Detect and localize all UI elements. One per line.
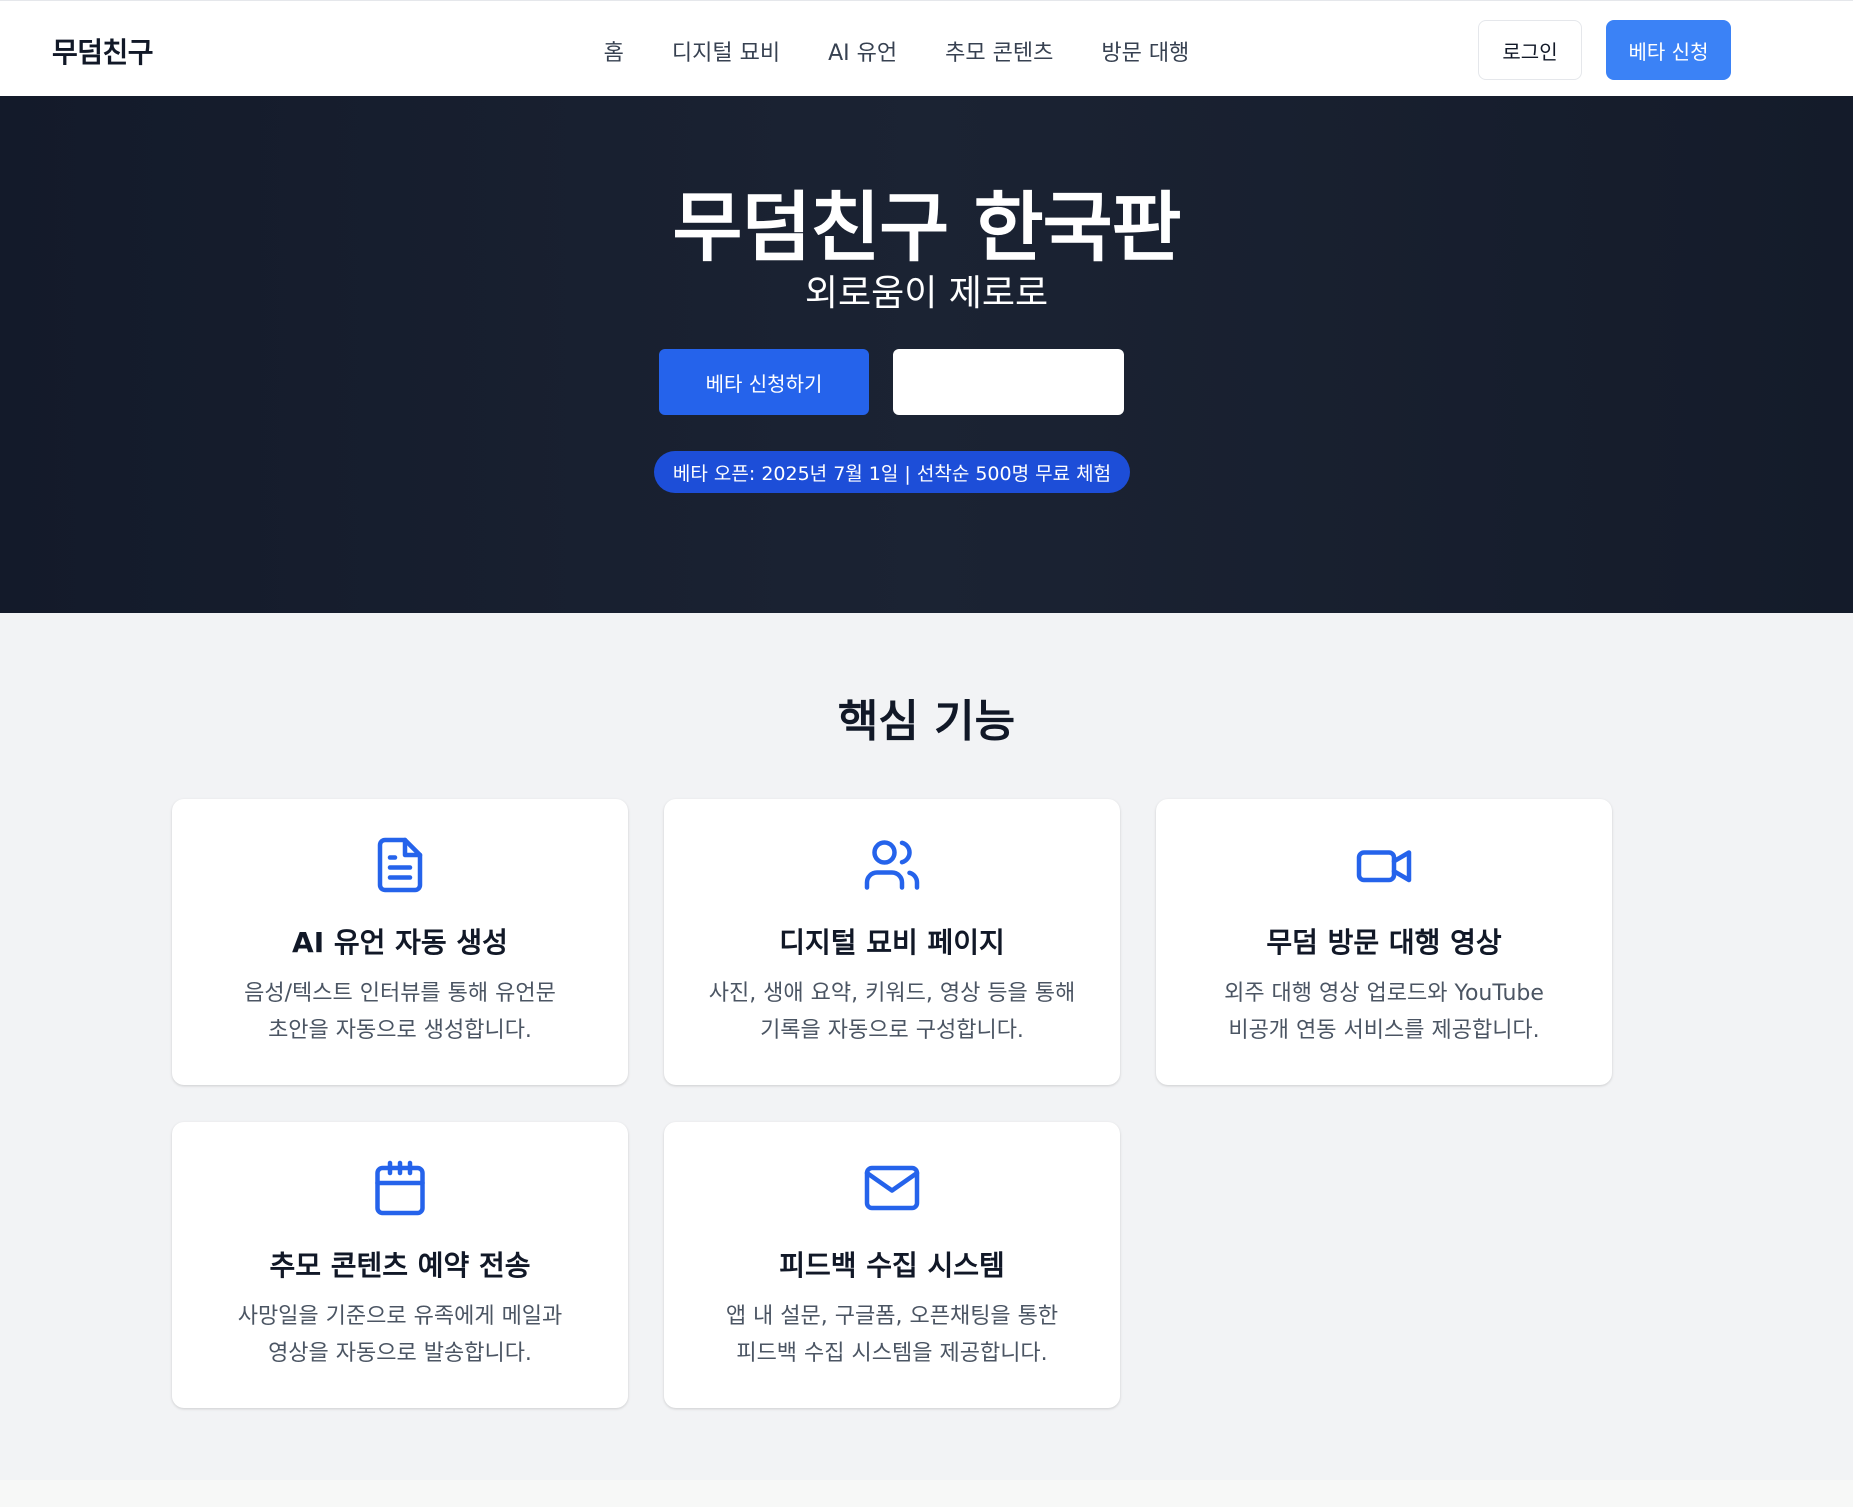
beta-apply-button[interactable]: 베타 신청하기 — [659, 349, 869, 415]
feature-card-visit-video: 무덤 방문 대행 영상 외주 대행 영상 업로드와 YouTube 비공개 연동… — [1156, 799, 1612, 1085]
secondary-hero-button[interactable] — [893, 349, 1124, 415]
hero-subtitle: 외로움이 제로로 — [804, 273, 1049, 314]
footer-strip — [0, 1480, 1853, 1507]
feature-title: 디지털 묘비 페이지 — [779, 926, 1005, 959]
feature-card-feedback: 피드백 수집 시스템 앱 내 설문, 구글폼, 오픈채팅을 통한 피드백 수집 … — [664, 1122, 1120, 1408]
feature-description: 앱 내 설문, 구글폼, 오픈채팅을 통한 피드백 수집 시스템을 제공합니다. — [725, 1304, 1059, 1366]
feature-title: 피드백 수집 시스템 — [779, 1249, 1005, 1282]
login-button[interactable]: 로그인 — [1478, 20, 1582, 80]
hero-title: 무덤친구 한국판 — [672, 183, 1182, 272]
mail-icon — [864, 1165, 920, 1211]
nav-item-ai-will[interactable]: AI 유언 — [828, 35, 897, 67]
video-icon — [1356, 850, 1412, 883]
feature-title: AI 유언 자동 생성 — [292, 926, 508, 959]
feature-description: 사진, 생애 요약, 키워드, 영상 등을 통해 기록을 자동으로 구성합니다. — [708, 981, 1076, 1043]
feature-card-scheduled-content: 추모 콘텐츠 예약 전송 사망일을 기준으로 유족에게 메일과 영상을 자동으로… — [172, 1122, 628, 1408]
feature-description: 음성/텍스트 인터뷰를 통해 유언문 초안을 자동으로 생성합니다. — [244, 981, 556, 1043]
document-icon — [377, 837, 423, 893]
nav-item-visit-service[interactable]: 방문 대행 — [1101, 35, 1189, 67]
calendar-icon — [375, 1160, 425, 1216]
features-title: 핵심 기능 — [837, 696, 1016, 747]
feature-description: 사망일을 기준으로 유족에게 메일과 영상을 자동으로 발송합니다. — [237, 1304, 563, 1366]
nav-item-memorial-content[interactable]: 추모 콘텐츠 — [945, 35, 1053, 67]
feature-title: 추모 콘텐츠 예약 전송 — [269, 1249, 531, 1282]
hero-section: 무덤친구 한국판 외로움이 제로로 베타 신청하기 베타 오픈: 2025년 7… — [0, 96, 1853, 613]
beta-open-badge: 베타 오픈: 2025년 7월 1일 | 선착순 500명 무료 체험 — [654, 451, 1130, 493]
feature-card-ai-will: AI 유언 자동 생성 음성/텍스트 인터뷰를 통해 유언문 초안을 자동으로 … — [172, 799, 628, 1085]
nav-item-home[interactable]: 홈 — [604, 35, 624, 67]
nav-item-digital-tombstone[interactable]: 디지털 묘비 — [672, 35, 780, 67]
beta-apply-header-button[interactable]: 베타 신청 — [1606, 20, 1731, 80]
feature-description: 외주 대행 영상 업로드와 YouTube 비공개 연동 서비스를 제공합니다. — [1224, 981, 1544, 1043]
feature-title: 무덤 방문 대행 영상 — [1266, 926, 1502, 959]
features-section: 핵심 기능 AI 유언 자동 생성 음성/텍스트 인터뷰를 통해 유언문 초안을… — [0, 613, 1853, 1480]
users-icon — [864, 840, 920, 890]
feature-card-digital-tombstone: 디지털 묘비 페이지 사진, 생애 요약, 키워드, 영상 등을 통해 기록을 … — [664, 799, 1120, 1085]
top-navbar: 무덤친구 홈 디지털 묘비 AI 유언 추모 콘텐츠 방문 대행 로그인 베타 … — [0, 0, 1853, 96]
